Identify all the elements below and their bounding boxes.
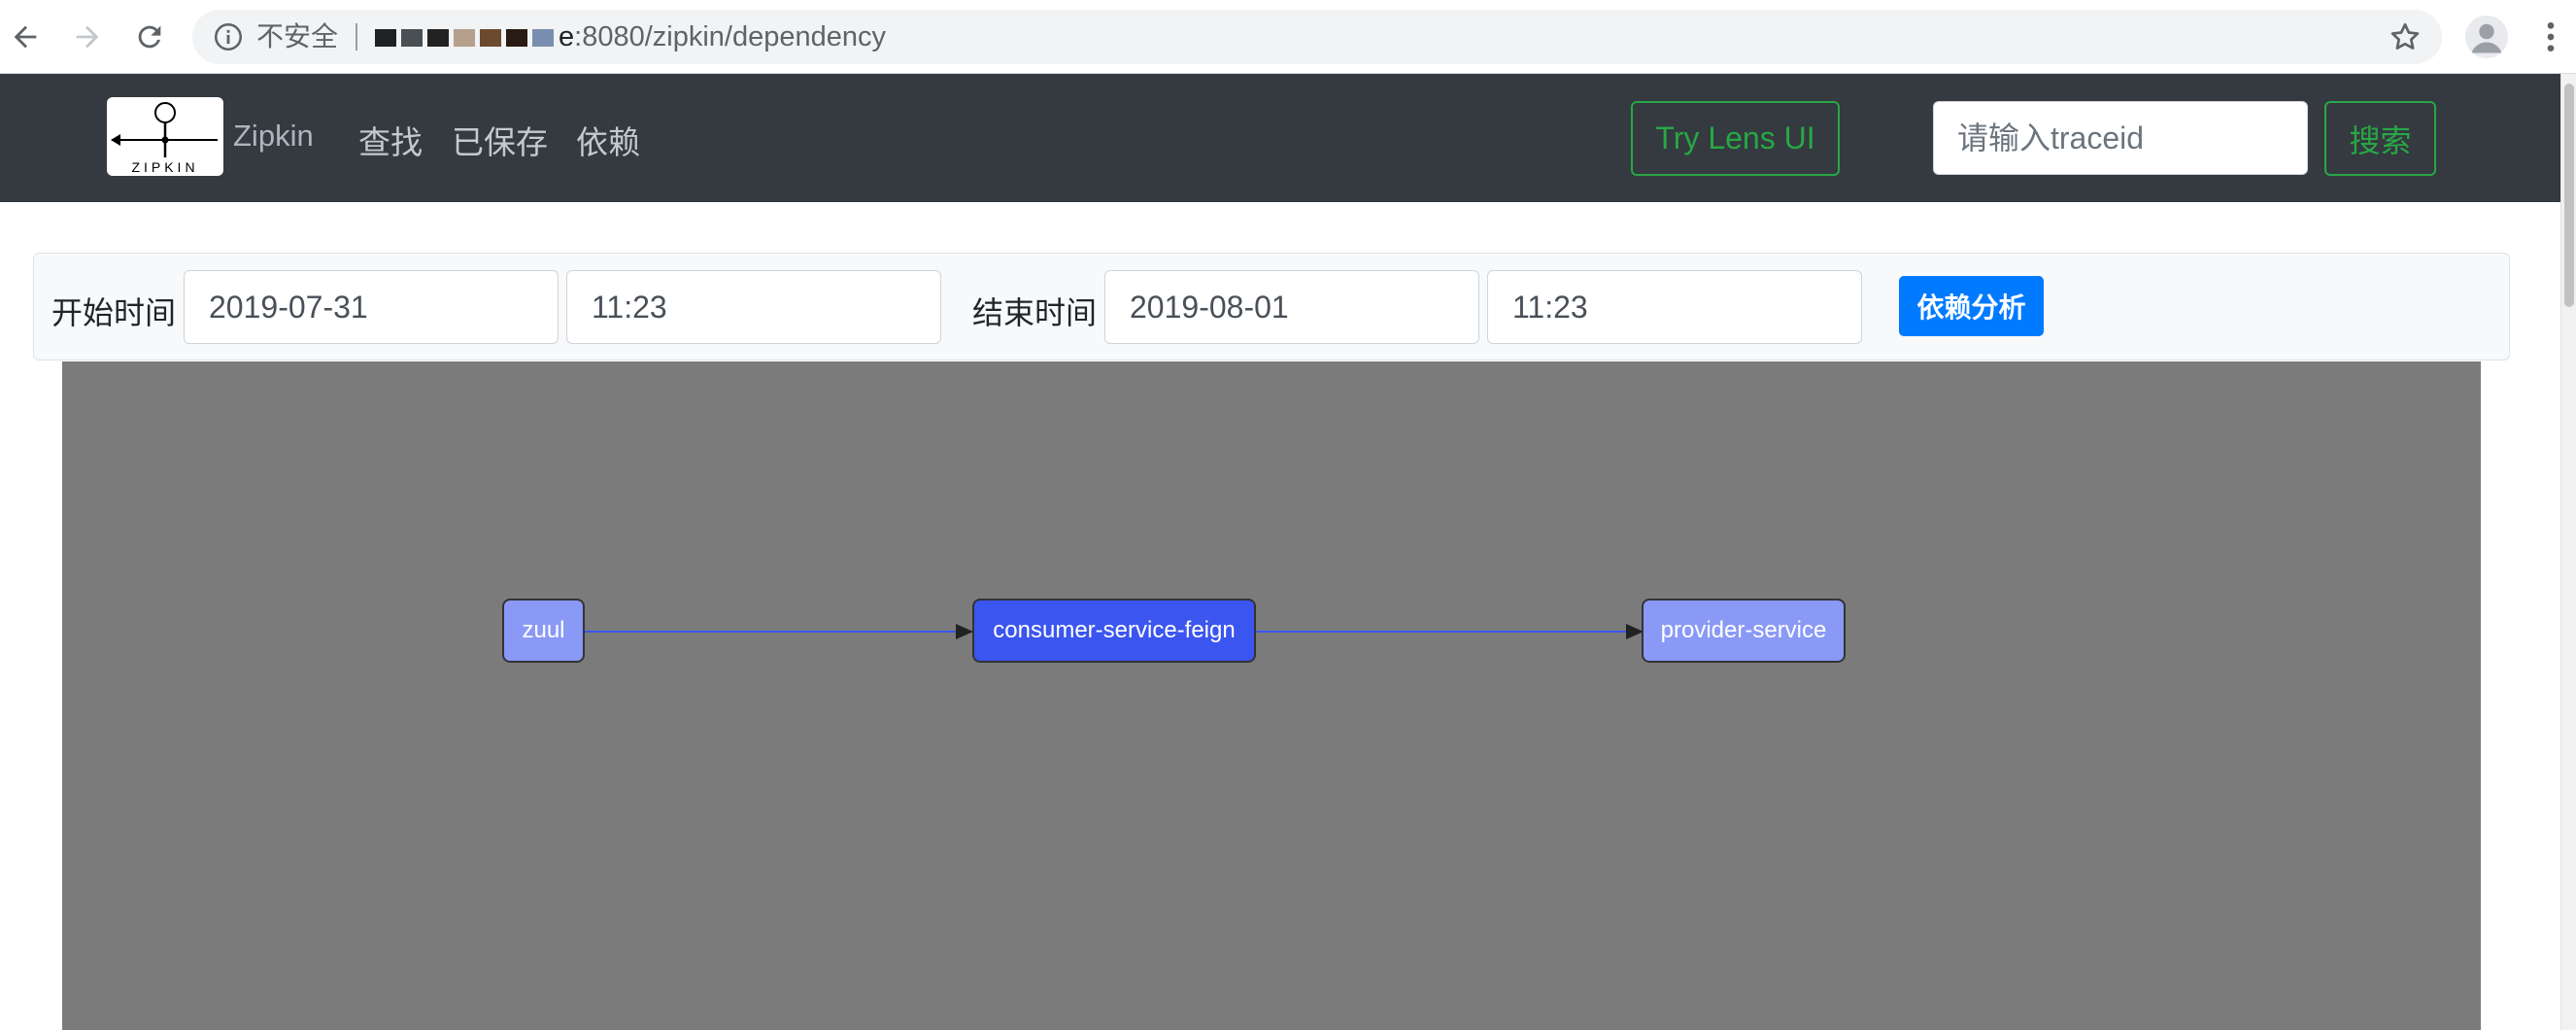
back-arrow-icon[interactable] (2, 14, 49, 60)
page-scrollbar[interactable] (2560, 74, 2576, 1030)
nav-find[interactable]: 查找 (358, 117, 423, 163)
graph-edges (585, 624, 1644, 639)
forward-arrow-icon[interactable] (64, 14, 111, 60)
nav-saved[interactable]: 已保存 (452, 117, 548, 163)
bookmark-star-icon[interactable] (2388, 19, 2423, 54)
reload-icon[interactable] (126, 14, 173, 60)
profile-avatar-icon[interactable] (2465, 16, 2508, 58)
analyze-dependencies-button[interactable]: 依赖分析 (1899, 276, 2044, 336)
brand-name[interactable]: Zipkin (233, 119, 314, 154)
zipkin-logo[interactable]: ZIPKIN (107, 97, 223, 176)
address-separator (356, 23, 357, 51)
info-icon[interactable] (212, 20, 245, 53)
traceid-search-input[interactable] (1933, 101, 2308, 175)
end-time-input[interactable] (1487, 270, 1862, 344)
end-date-input[interactable] (1104, 270, 1479, 344)
try-lens-ui-button[interactable]: Try Lens UI (1631, 101, 1840, 176)
url-host: e (559, 21, 575, 52)
nav-dependency[interactable]: 依赖 (576, 117, 640, 163)
node-provider-service[interactable]: provider-service (1642, 599, 1846, 663)
address-bar[interactable]: 不安全 e:8080/zipkin/dependency (192, 10, 2442, 64)
scrollbar-thumb[interactable] (2564, 84, 2574, 307)
dependency-query-form: 开始时间 结束时间 依赖分析 (33, 253, 2510, 360)
end-time-label: 结束时间 (972, 295, 1098, 330)
logo-wordmark: ZIPKIN (131, 159, 198, 175)
start-time-label: 开始时间 (51, 295, 177, 330)
zipkin-logo-icon: ZIPKIN (111, 102, 218, 175)
app-navbar: ZIPKIN Zipkin 查找 已保存 依赖 Try Lens UI 搜索 (0, 74, 2560, 202)
search-button[interactable]: 搜索 (2324, 101, 2436, 176)
node-consumer-service-feign[interactable]: consumer-service-feign (972, 599, 1256, 663)
url-text[interactable]: e:8080/zipkin/dependency (375, 10, 886, 64)
start-time-input[interactable] (566, 270, 941, 344)
start-date-input[interactable] (184, 270, 559, 344)
node-zuul[interactable]: zuul (502, 599, 585, 663)
url-path: :8080/zipkin/dependency (574, 21, 886, 52)
more-menu-icon[interactable] (2531, 16, 2570, 58)
security-status[interactable]: 不安全 (256, 10, 338, 64)
dependency-graph[interactable]: zuul consumer-service-feign provider-ser… (62, 361, 2481, 1030)
browser-toolbar: 不安全 e:8080/zipkin/dependency (0, 0, 2576, 74)
